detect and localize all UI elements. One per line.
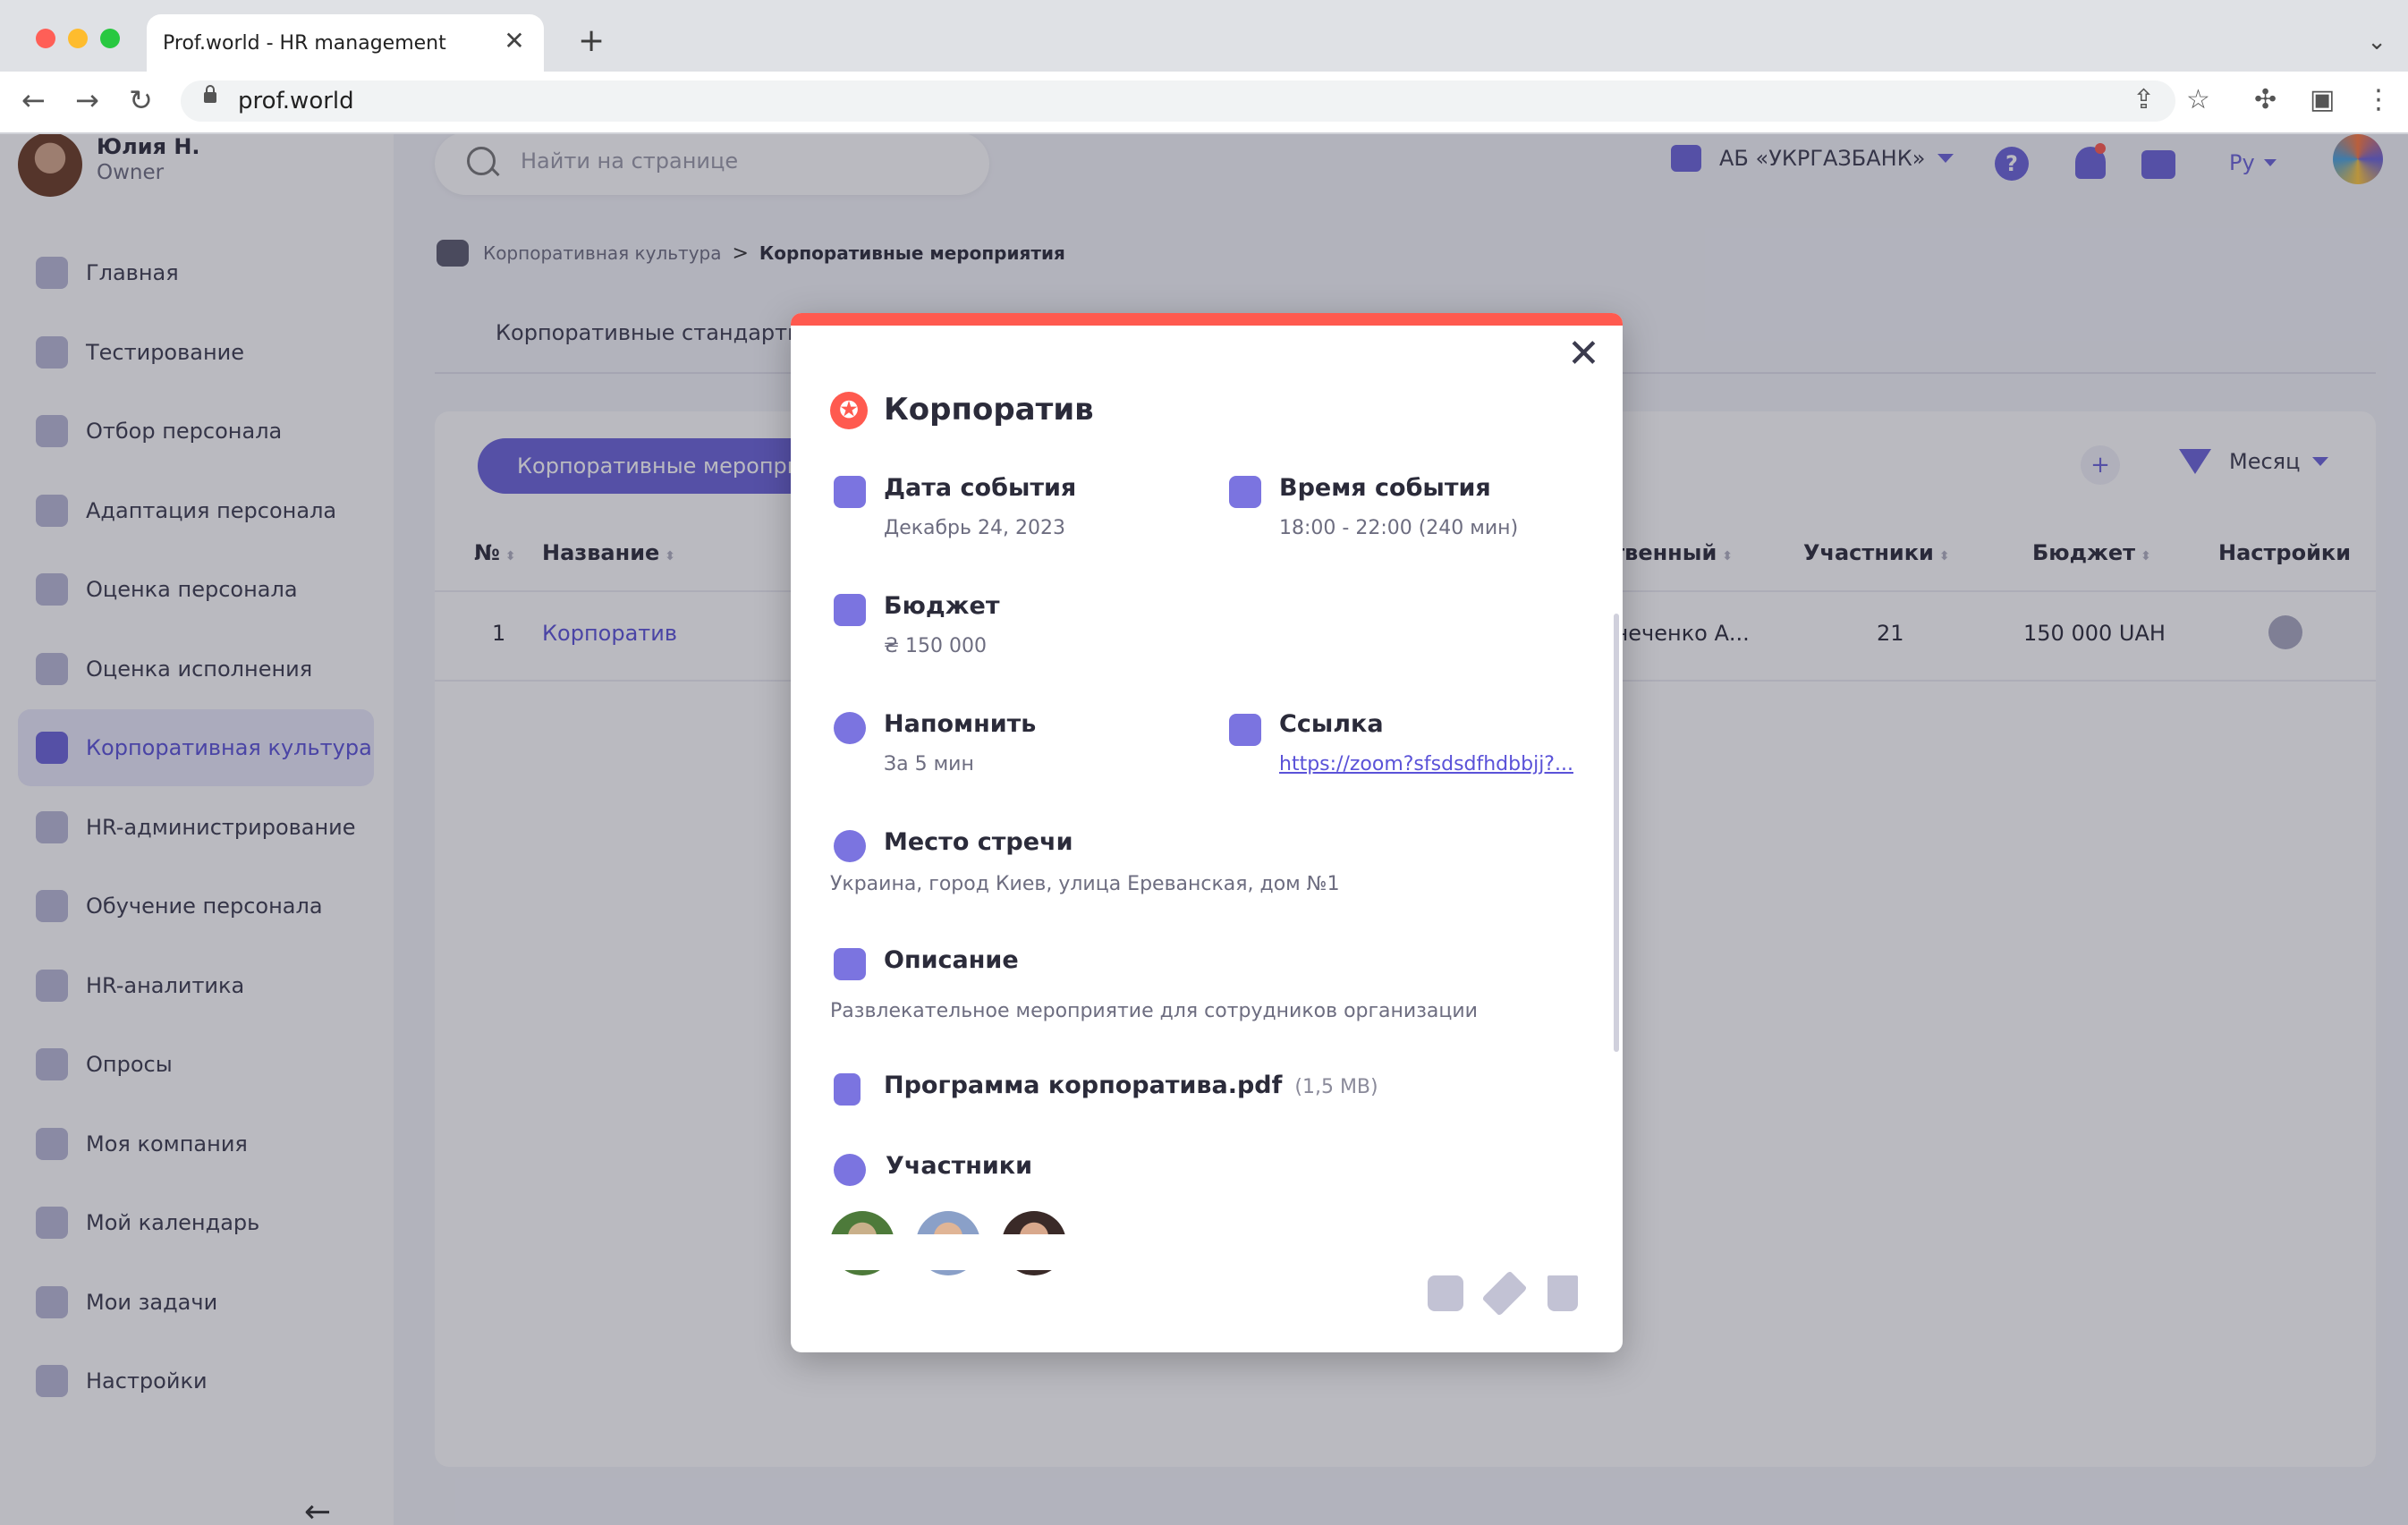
wallet-icon — [834, 594, 866, 626]
edit-pencil-icon[interactable] — [1481, 1270, 1528, 1317]
clock-icon — [1229, 476, 1261, 508]
tab-strip: Prof.world - HR management ✕ + ⌄ — [0, 0, 2408, 72]
place-value: Украина, город Киев, улица Ереванская, д… — [830, 873, 1340, 895]
place-label: Место стречи — [884, 828, 1073, 856]
modal-title: Корпоратив — [884, 392, 1094, 428]
budget-value: ₴ 150 000 — [884, 635, 987, 657]
participants-mask — [791, 1234, 1605, 1270]
bell-icon — [834, 712, 866, 744]
description-label: Описание — [884, 946, 1019, 974]
tab-close-icon[interactable]: ✕ — [503, 26, 526, 55]
share-icon[interactable]: ⇪ — [2132, 82, 2155, 118]
back-icon[interactable]: ← — [21, 82, 46, 118]
browser-menu-icon[interactable]: ⋮ — [2365, 82, 2392, 118]
document-icon — [834, 1073, 861, 1106]
tab-search-icon[interactable]: ⌄ — [2367, 29, 2387, 55]
browser-chrome: Prof.world - HR management ✕ + ⌄ ← → ↻ p… — [0, 0, 2408, 134]
side-panel-icon[interactable]: ▣ — [2310, 82, 2335, 118]
browser-tab[interactable]: Prof.world - HR management ✕ — [147, 14, 544, 72]
attachment-file[interactable]: Программа корпоратива.pdf (1,5 MB) — [884, 1072, 1378, 1099]
lock-icon[interactable] — [204, 85, 216, 103]
forward-icon[interactable]: → — [75, 82, 99, 118]
time-value: 18:00 - 22:00 (240 мин) — [1279, 517, 1519, 539]
user-icon — [834, 1154, 866, 1186]
url-text: prof.world — [238, 88, 354, 114]
reload-icon[interactable]: ↻ — [129, 82, 153, 118]
link-label: Ссылка — [1279, 710, 1384, 738]
time-label: Время события — [1279, 474, 1491, 502]
remind-label: Напомнить — [884, 710, 1037, 738]
bookmark-star-icon[interactable]: ☆ — [2186, 82, 2210, 118]
attachment-size: (1,5 MB) — [1294, 1076, 1378, 1098]
modal-accent-bar — [791, 313, 1623, 326]
window-close-button[interactable] — [36, 29, 55, 48]
window-maximize-button[interactable] — [100, 29, 120, 48]
meeting-link[interactable]: https://zoom?sfsdsdfhdbbjj?... — [1279, 753, 1573, 775]
calendar-icon — [834, 476, 866, 508]
description-value: Развлекательное мероприятие для сотрудни… — [830, 1000, 1478, 1022]
duplicate-icon[interactable] — [1428, 1275, 1463, 1311]
attachment-name: Программа корпоратива.pdf — [884, 1072, 1283, 1099]
new-tab-button[interactable]: + — [578, 25, 605, 57]
extensions-icon[interactable]: ✣ — [2254, 82, 2277, 118]
date-label: Дата события — [884, 474, 1077, 502]
url-input[interactable]: prof.world — [181, 80, 2175, 122]
window-minimize-button[interactable] — [68, 29, 88, 48]
budget-label: Бюджет — [884, 592, 1000, 620]
participants-label: Участники — [886, 1152, 1033, 1180]
star-badge-icon: ✪ — [830, 392, 868, 429]
close-icon[interactable]: ✕ — [1567, 335, 1600, 374]
event-details-modal: ✕ ✪ Корпоратив Дата события Декабрь 24, … — [791, 313, 1623, 1352]
remind-value: За 5 мин — [884, 753, 974, 775]
location-pin-icon — [834, 830, 866, 862]
video-camera-icon — [1229, 714, 1261, 746]
modal-scrollbar[interactable] — [1614, 614, 1619, 1052]
tab-title: Prof.world - HR management — [163, 31, 446, 55]
info-icon — [834, 948, 866, 980]
trash-icon[interactable] — [1547, 1275, 1578, 1311]
date-value: Декабрь 24, 2023 — [884, 517, 1065, 539]
